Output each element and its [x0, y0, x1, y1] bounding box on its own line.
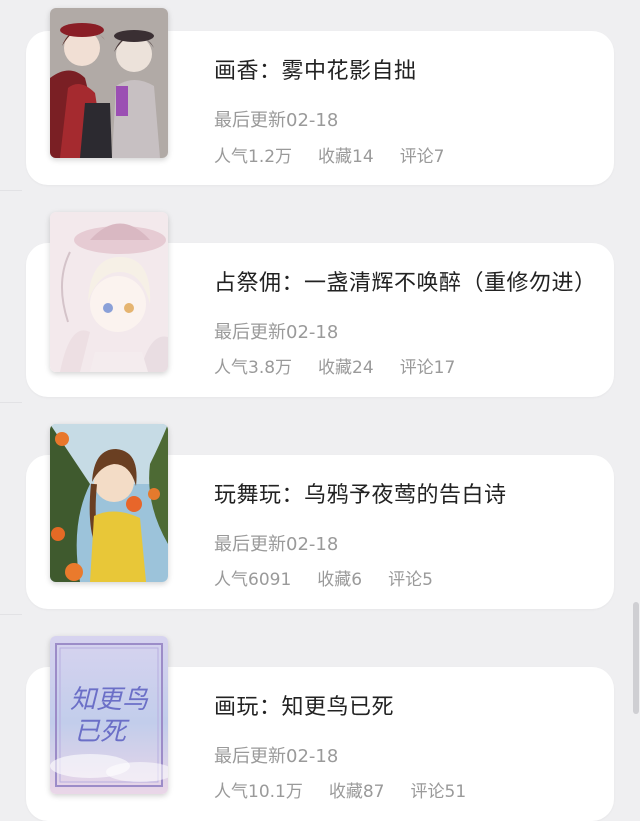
comments-count: 评论5 — [388, 570, 433, 590]
book-stats-4: 人气10.1万 收藏87 评论51 — [214, 777, 492, 802]
favorites-count: 收藏24 — [318, 358, 374, 378]
svg-text:已死: 已死 — [74, 717, 130, 747]
book-stats-1: 人气1.2万 收藏14 评论7 — [214, 142, 471, 167]
book-cover-4[interactable]: 知更鸟 已死 — [50, 636, 168, 794]
pastel-girl-cover-icon — [50, 212, 168, 372]
book-updated-4: 最后更新02-18 — [214, 746, 339, 767]
book-cover-1[interactable] — [50, 8, 168, 158]
book-stats-2: 人气3.8万 收藏24 评论17 — [214, 353, 481, 378]
comments-count: 评论7 — [399, 147, 445, 167]
section-divider — [0, 614, 22, 615]
section-divider — [0, 402, 22, 403]
book-title-4[interactable]: 画玩：知更鸟已死 — [214, 689, 394, 721]
book-cover-2[interactable] — [50, 212, 168, 372]
comments-count: 评论17 — [399, 358, 456, 378]
book-cover-3[interactable] — [50, 424, 168, 582]
scrollbar-thumb[interactable] — [633, 602, 639, 714]
popularity-count: 人气10.1万 — [214, 782, 303, 802]
book-updated-1: 最后更新02-18 — [214, 110, 339, 131]
popularity-count: 人气3.8万 — [214, 358, 293, 378]
book-title-3[interactable]: 玩舞玩：乌鸦予夜莺的告白诗 — [214, 477, 507, 509]
robin-title-cover-icon: 知更鸟 已死 — [50, 636, 168, 794]
book-title-1[interactable]: 画香：雾中花影自拙 — [214, 53, 417, 85]
popularity-count: 人气6091 — [214, 570, 292, 590]
svg-text:知更鸟: 知更鸟 — [70, 685, 149, 715]
book-stats-3: 人气6091 收藏6 评论5 — [214, 565, 459, 590]
favorites-count: 收藏14 — [318, 147, 374, 167]
favorites-count: 收藏6 — [317, 570, 363, 590]
popularity-count: 人气1.2万 — [214, 147, 293, 167]
section-divider — [0, 190, 22, 191]
book-updated-2: 最后更新02-18 — [214, 322, 339, 343]
comments-count: 评论51 — [410, 782, 467, 802]
favorites-count: 收藏87 — [328, 782, 385, 802]
book-title-2[interactable]: 占祭佣：一盏清辉不唤醉（重修勿进） — [214, 265, 597, 297]
book-updated-3: 最后更新02-18 — [214, 534, 339, 555]
anime-girls-cover-icon — [50, 8, 168, 158]
orange-tree-girl-cover-icon — [50, 424, 168, 582]
